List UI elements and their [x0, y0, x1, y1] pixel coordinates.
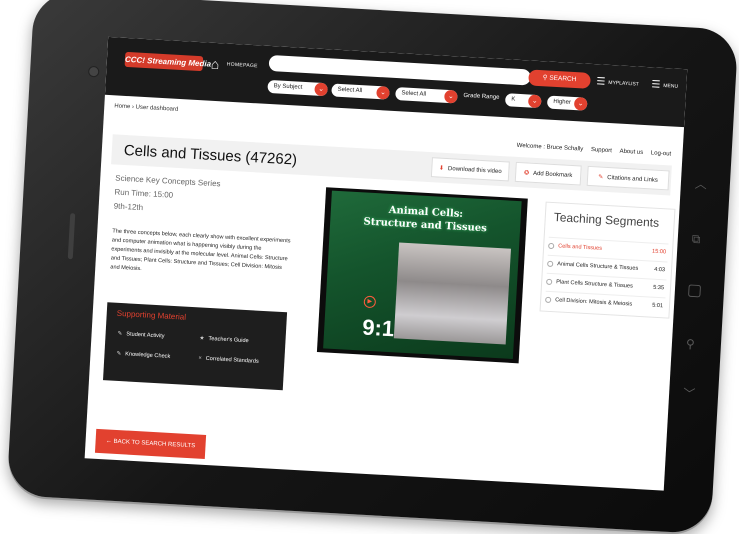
user-bar: Welcome : Bruce Schally Support About us…: [517, 143, 672, 158]
topic-select-value: Select All: [401, 90, 427, 98]
about-link[interactable]: About us: [619, 149, 643, 156]
teaching-segments-title: Teaching Segments: [553, 210, 660, 230]
menu-label: MENU: [663, 82, 679, 90]
breadcrumb[interactable]: Home › User dashboard: [114, 103, 178, 113]
grade-level: 9th-12th: [113, 201, 144, 213]
welcome-text: Welcome : Bruce Schally: [516, 142, 584, 153]
correlated-standards-link[interactable]: × Correlated Standards: [198, 355, 259, 364]
download-button[interactable]: ⬇ Download this video: [430, 157, 510, 182]
citations-label: Citations and Links: [607, 174, 659, 184]
grade-to-select[interactable]: Higher ⌄: [546, 95, 588, 111]
subject-select[interactable]: By Subject ⌄: [267, 79, 328, 97]
video-title: Animal Cells: Structure and Tissues: [330, 201, 521, 238]
topic-select[interactable]: Select All ⌄: [395, 87, 458, 104]
supporting-material-title: Supporting Material: [116, 308, 187, 322]
chevron-down-icon: ⌄: [376, 85, 390, 100]
chevron-down-icon: ⌄: [314, 82, 328, 97]
subject-select-value: By Subject: [273, 83, 303, 91]
chevron-down-icon: ⌄: [444, 89, 458, 104]
radio-icon: [548, 242, 555, 249]
back-to-search-button[interactable]: ← BACK TO SEARCH RESULTS: [94, 428, 207, 459]
home-icon[interactable]: ⌂: [210, 56, 219, 72]
student-activity-label: Student Activity: [126, 331, 165, 340]
category-select-value: Select All: [337, 86, 363, 95]
video-badge: 9:1: [361, 314, 395, 342]
list-icon: ☰: [596, 76, 606, 88]
chevron-down-icon: ⌄: [527, 94, 542, 109]
bookmark-icon: ✪: [523, 170, 530, 177]
top-navbar: CCC! Streaming Media ⌂ HOMEPAGE ⚲ SEARCH…: [104, 36, 688, 128]
site-logo[interactable]: CCC! Streaming Media: [124, 51, 211, 72]
grade-from-select[interactable]: K ⌄: [504, 93, 542, 109]
bookmark-label: Add Bookmark: [532, 170, 573, 180]
supporting-material-panel: Supporting Material ✎ Student Activity ★ T…: [103, 302, 288, 391]
pencil-icon: ✎: [116, 350, 122, 358]
radio-icon: [547, 260, 554, 267]
segment-time: 15:00: [651, 248, 667, 256]
search-input[interactable]: [268, 54, 532, 86]
video-player[interactable]: Animal Cells: Structure and Tissues ▶ 9:…: [316, 187, 528, 364]
chevron-down-icon: ⌄: [573, 97, 588, 111]
category-select[interactable]: Select All ⌄: [331, 83, 390, 100]
menu-button[interactable]: ☰ MENU: [651, 79, 678, 92]
camera-icon: [87, 65, 100, 78]
segment-name: Cell Division: Mitosis & Meiosis: [555, 297, 633, 308]
chevron-down-icon: ﹀: [682, 386, 696, 402]
myplaylist-button[interactable]: ☰ MYPLAYLIST: [596, 76, 639, 89]
window-icon: ⧉: [691, 231, 701, 247]
video-thumbnail: [393, 242, 511, 345]
search-button[interactable]: ⚲ SEARCH: [528, 69, 591, 89]
video-description: The three concepts below, each clearly s…: [110, 228, 291, 273]
page-title: Cells and Tissues (47262): [123, 141, 298, 169]
logout-link[interactable]: Log-out: [651, 150, 672, 157]
run-time: Run Time: 15:00: [114, 187, 174, 200]
support-link[interactable]: Support: [591, 147, 612, 154]
screen: CCC! Streaming Media ⌂ HOMEPAGE ⚲ SEARCH…: [84, 36, 688, 491]
teaching-segments-panel: Teaching Segments Cells and Tissues 15:00…: [539, 201, 676, 319]
segment-name: Cells and Tissues: [558, 243, 603, 252]
radio-icon: [545, 296, 552, 303]
student-activity-link[interactable]: ✎ Student Activity: [117, 331, 164, 340]
citations-button[interactable]: ✎ Citations and Links: [586, 165, 670, 191]
search-hw-icon: ⚲: [685, 336, 696, 352]
knowledge-check-label: Knowledge Check: [125, 351, 171, 360]
pencil-icon: ✎: [117, 330, 123, 338]
chevron-up-icon: ︿: [694, 176, 708, 192]
back-to-search-label: BACK TO SEARCH RESULTS: [113, 438, 196, 450]
search-button-label: SEARCH: [549, 74, 577, 84]
star-icon: ★: [199, 335, 205, 342]
myplaylist-label: MYPLAYLIST: [608, 79, 639, 88]
download-icon: ⬇: [438, 165, 445, 172]
home-square-icon: ▢: [686, 281, 703, 300]
knowledge-check-link[interactable]: ✎ Knowledge Check: [116, 351, 170, 360]
segment-time: 4:03: [653, 266, 666, 274]
download-label: Download this video: [447, 166, 502, 176]
video-frame: Animal Cells: Structure and Tissues ▶ 9:…: [323, 190, 522, 359]
teachers-guide-link[interactable]: ★ Teacher's Guide: [199, 335, 249, 344]
home-link[interactable]: HOMEPAGE: [227, 62, 258, 70]
segment-name: Animal Cells Structure & Tissues: [557, 261, 639, 272]
segment-time: 5:35: [652, 284, 665, 292]
hamburger-icon: ☰: [651, 79, 661, 91]
link-icon: ✎: [598, 174, 604, 181]
grade-to-value: Higher: [553, 98, 572, 106]
grade-range-label: Grade Range: [463, 92, 500, 101]
segment-name: Plant Cells Structure & Tissues: [556, 279, 634, 290]
bookmark-button[interactable]: ✪ Add Bookmark: [514, 161, 582, 186]
teachers-guide-label: Teacher's Guide: [208, 335, 249, 345]
segment-time: 5:01: [651, 302, 664, 310]
correlated-standards-label: Correlated Standards: [205, 355, 259, 365]
radio-icon: [546, 278, 553, 285]
play-icon[interactable]: ▶: [363, 295, 377, 309]
series-name: Science Key Concepts Series: [115, 173, 221, 189]
close-icon: ×: [198, 355, 202, 362]
grade-from-value: K: [511, 96, 516, 103]
side-button: [67, 213, 76, 260]
tablet-frame: ︿ ⧉ ▢ ⚲ ﹀ CCC! Streaming Media ⌂ HOMEPAG…: [6, 0, 739, 534]
